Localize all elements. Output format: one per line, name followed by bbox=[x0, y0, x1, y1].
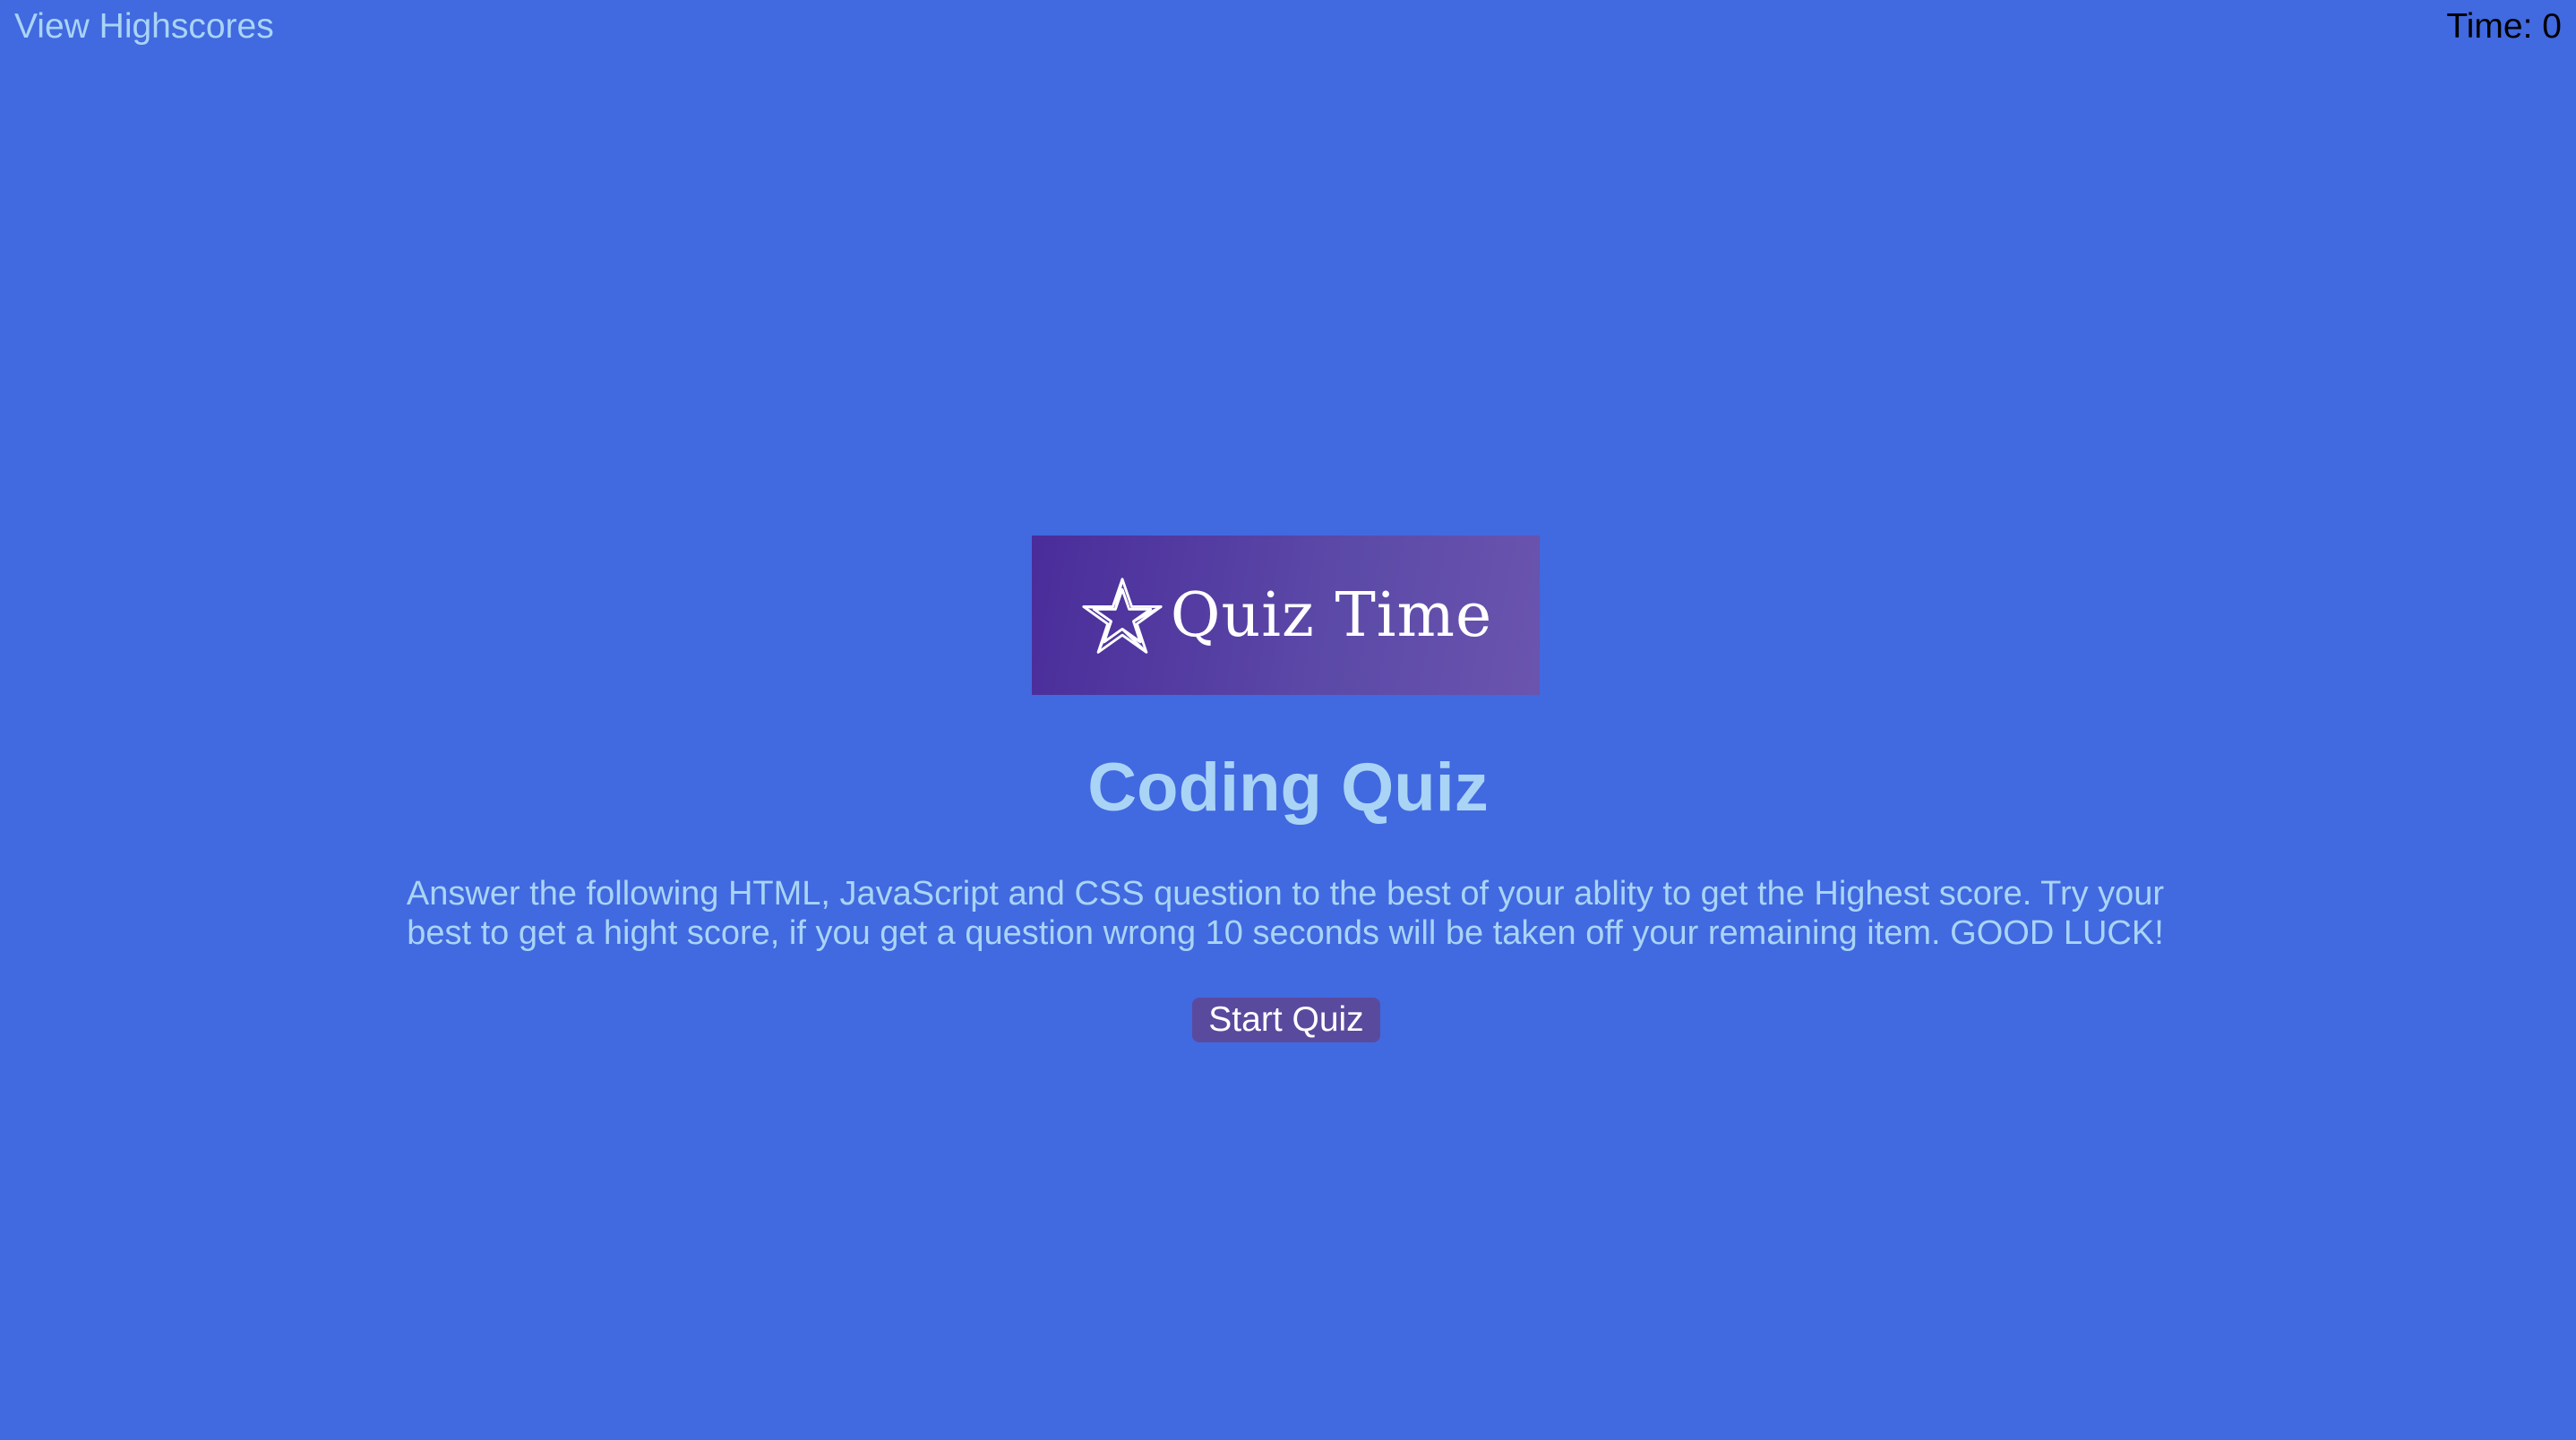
quiz-time-logo: Quiz Time bbox=[1032, 536, 1540, 695]
star-icon bbox=[1082, 578, 1163, 654]
timer-label: Time: bbox=[2446, 7, 2533, 46]
view-highscores-link[interactable]: View Highscores bbox=[14, 7, 274, 47]
page-title: Coding Quiz bbox=[1087, 750, 1489, 826]
logo-text: Quiz Time bbox=[1170, 579, 1493, 651]
start-quiz-button[interactable]: Start Quiz bbox=[1192, 998, 1380, 1042]
timer-value: 0 bbox=[2542, 7, 2562, 46]
timer: Time: 0 bbox=[2446, 7, 2562, 47]
quiz-description: Answer the following HTML, JavaScript an… bbox=[406, 875, 2165, 952]
top-bar: View Highscores Time: 0 bbox=[0, 0, 2576, 54]
